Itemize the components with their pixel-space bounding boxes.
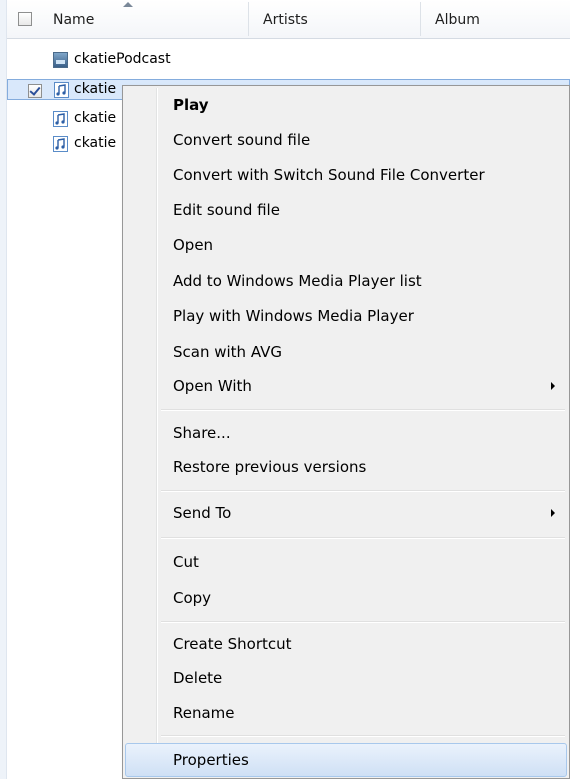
menu-item-cut[interactable]: Cut — [125, 545, 567, 579]
menu-separator — [161, 490, 565, 492]
menu-item-properties[interactable]: Properties — [125, 743, 567, 777]
audio-file-icon — [53, 111, 68, 127]
menu-item-label: Open With — [173, 377, 252, 395]
menu-item-play-with-wmp[interactable]: Play with Windows Media Player — [125, 299, 567, 333]
column-album[interactable]: Album — [435, 0, 480, 38]
menu-item-create-shortcut[interactable]: Create Shortcut — [125, 627, 567, 661]
menu-item-convert-sound-file[interactable]: Convert sound file — [125, 123, 567, 157]
menu-item-open-with[interactable]: Open With — [125, 369, 567, 403]
menu-separator — [161, 409, 565, 411]
select-all-checkbox[interactable] — [18, 12, 32, 26]
video-file-icon — [53, 52, 68, 68]
submenu-arrow-icon — [551, 382, 555, 390]
file-name: ckatiePodcast — [74, 51, 171, 67]
navigation-pane-edge — [0, 0, 7, 779]
column-divider[interactable] — [420, 2, 421, 36]
menu-item-label: Send To — [173, 504, 232, 522]
sort-ascending-icon — [123, 2, 133, 7]
file-name: ckatie — [74, 81, 117, 97]
menu-item-share[interactable]: Share... — [125, 416, 567, 450]
column-divider[interactable] — [248, 2, 249, 36]
column-header: Name Artists Album — [7, 0, 570, 39]
file-name: ckatie — [74, 110, 117, 126]
context-menu: Play Convert sound file Convert with Swi… — [122, 85, 570, 779]
file-row[interactable]: ckatiePodcast — [7, 49, 570, 70]
menu-item-open[interactable]: Open — [125, 228, 567, 262]
menu-item-add-to-wmp-list[interactable]: Add to Windows Media Player list — [125, 264, 567, 298]
menu-item-restore-previous-versions[interactable]: Restore previous versions — [125, 450, 567, 484]
menu-item-copy[interactable]: Copy — [125, 581, 567, 615]
menu-item-convert-with-switch[interactable]: Convert with Switch Sound File Converter — [125, 158, 567, 192]
menu-item-scan-with-avg[interactable]: Scan with AVG — [125, 335, 567, 369]
column-artists[interactable]: Artists — [263, 0, 308, 38]
submenu-arrow-icon — [551, 509, 555, 517]
menu-item-play[interactable]: Play — [125, 88, 567, 122]
menu-item-edit-sound-file[interactable]: Edit sound file — [125, 193, 567, 227]
menu-item-rename[interactable]: Rename — [125, 696, 567, 730]
menu-separator — [161, 735, 565, 737]
menu-item-delete[interactable]: Delete — [125, 661, 567, 695]
column-name[interactable]: Name — [53, 0, 94, 38]
row-checkbox[interactable] — [28, 84, 42, 98]
menu-separator — [161, 537, 565, 539]
file-name: ckatie — [74, 135, 117, 151]
audio-file-icon — [54, 82, 69, 98]
menu-item-send-to[interactable]: Send To — [125, 496, 567, 530]
menu-separator — [161, 621, 565, 623]
audio-file-icon — [53, 136, 68, 152]
